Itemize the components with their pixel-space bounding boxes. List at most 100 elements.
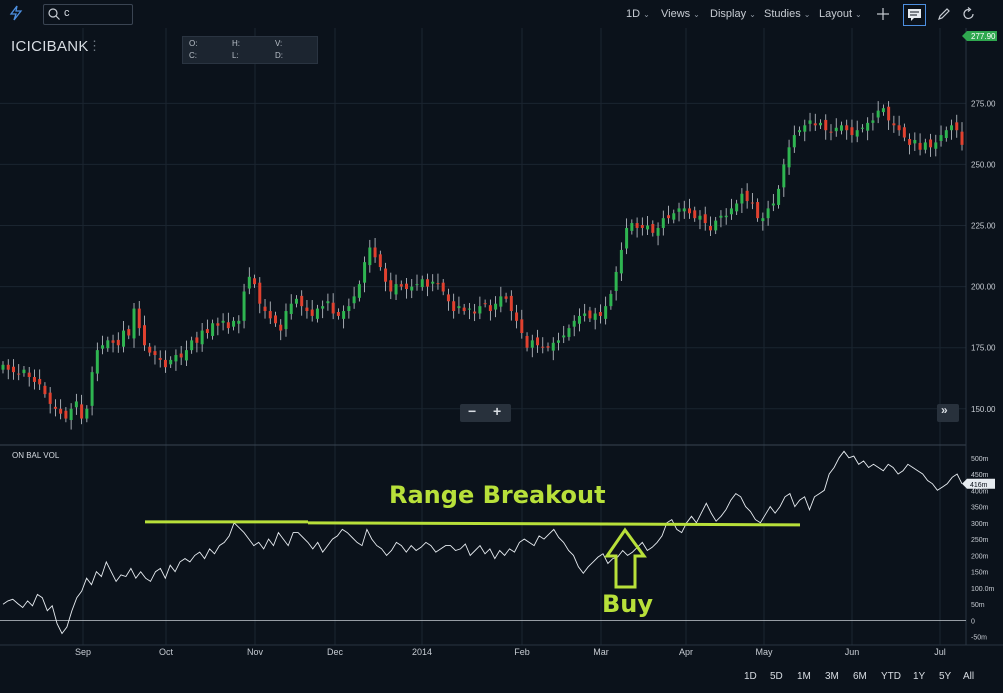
candle-body: [640, 225, 644, 228]
candle-body: [1, 364, 5, 370]
candle: [646, 215, 650, 236]
candle: [609, 290, 613, 310]
candle-body: [22, 369, 26, 374]
candle-body: [698, 215, 702, 220]
candle-body: [792, 135, 796, 148]
buy-annotation: Buy: [602, 590, 654, 618]
chart-area[interactable]: Sep Oct Nov Dec 2014 Feb Mar Apr May Jun Jul 150.00…: [0, 0, 1003, 693]
candle: [142, 315, 146, 351]
obv-tick-label: 50m: [971, 602, 985, 609]
candle-body: [525, 335, 529, 348]
candle-body: [179, 353, 183, 358]
candle-body: [740, 193, 744, 204]
range-button-3m[interactable]: 3M: [825, 671, 839, 682]
candle-body: [11, 366, 15, 373]
range-button-6m[interactable]: 6M: [853, 671, 867, 682]
candle: [792, 125, 796, 153]
price-tick-label: 175.00: [971, 344, 996, 353]
candle: [425, 273, 429, 297]
candle: [687, 198, 691, 219]
obv-tick-label: 300m: [971, 521, 989, 528]
x-tick-label: Sep: [75, 647, 91, 657]
candle-body: [682, 208, 686, 212]
candle: [38, 369, 42, 390]
candle: [305, 300, 309, 319]
candle: [132, 302, 136, 348]
candle: [232, 317, 236, 331]
price-tick-label: 275.00: [971, 99, 996, 108]
candle-body: [310, 309, 314, 316]
candle: [839, 121, 843, 135]
candle-body: [876, 110, 880, 118]
candle: [6, 359, 10, 380]
candle: [300, 290, 304, 316]
candle-body: [384, 268, 388, 282]
range-button-1d[interactable]: 1D: [744, 671, 757, 682]
candle-body: [347, 306, 351, 312]
candle: [803, 119, 807, 142]
candle-body: [394, 284, 398, 295]
candle: [48, 387, 52, 414]
candle-body: [824, 119, 828, 131]
candle-body: [494, 303, 498, 310]
symbol-menu-icon[interactable]: ⋮: [88, 38, 101, 54]
range-button-ytd[interactable]: YTD: [881, 671, 901, 682]
candle-body: [6, 364, 10, 370]
range-button-5y[interactable]: 5Y: [939, 671, 951, 682]
range-button-1m[interactable]: 1M: [797, 671, 811, 682]
candle: [703, 206, 707, 231]
candle-body: [74, 401, 78, 408]
candle-body: [467, 308, 471, 310]
candle: [635, 217, 639, 238]
candle: [850, 119, 854, 143]
range-button-5d[interactable]: 5D: [770, 671, 783, 682]
candle: [17, 364, 21, 381]
candle-body: [729, 208, 733, 215]
range-button-1y[interactable]: 1Y: [913, 671, 925, 682]
candle-body: [499, 296, 503, 307]
candle: [59, 399, 63, 420]
candle: [85, 405, 89, 423]
candle-body: [777, 188, 781, 205]
candle: [693, 206, 697, 222]
candle: [829, 124, 833, 141]
candle-body: [661, 218, 665, 228]
candle: [871, 112, 875, 131]
candle-body: [153, 351, 157, 356]
candle: [43, 382, 47, 398]
candle: [530, 334, 534, 358]
candle: [22, 366, 26, 377]
candle-body: [923, 142, 927, 150]
candle-body: [373, 247, 377, 258]
candle-body: [169, 359, 173, 365]
x-tick-label: 2014: [412, 647, 432, 657]
candle-body: [211, 323, 215, 336]
obv-line: [2, 450, 963, 635]
candle: [651, 220, 655, 237]
candle-body: [646, 225, 650, 230]
candle: [53, 399, 57, 417]
candle: [221, 313, 225, 331]
candle-body: [855, 130, 859, 137]
scroll-to-latest-button[interactable]: »: [937, 403, 959, 422]
candle-body: [902, 127, 906, 138]
range-button-all[interactable]: All: [963, 671, 974, 682]
candle-body: [719, 215, 723, 218]
candle-body: [284, 311, 288, 330]
zoom-controls: − +: [460, 403, 511, 422]
candle: [284, 303, 288, 337]
candle: [405, 278, 409, 299]
zoom-in-button[interactable]: +: [493, 403, 501, 419]
candle: [897, 115, 901, 136]
candle-body: [452, 301, 456, 312]
candle: [745, 183, 749, 209]
candle: [373, 237, 377, 263]
symbol-name[interactable]: ICICIBANK: [11, 38, 89, 55]
candle-body: [892, 123, 896, 126]
candle-body: [321, 306, 325, 309]
obv-last-badge: 416m: [962, 478, 995, 489]
candle: [719, 210, 723, 228]
zoom-out-button[interactable]: −: [468, 403, 476, 419]
date-label: D:: [275, 51, 283, 60]
candle: [929, 133, 933, 157]
